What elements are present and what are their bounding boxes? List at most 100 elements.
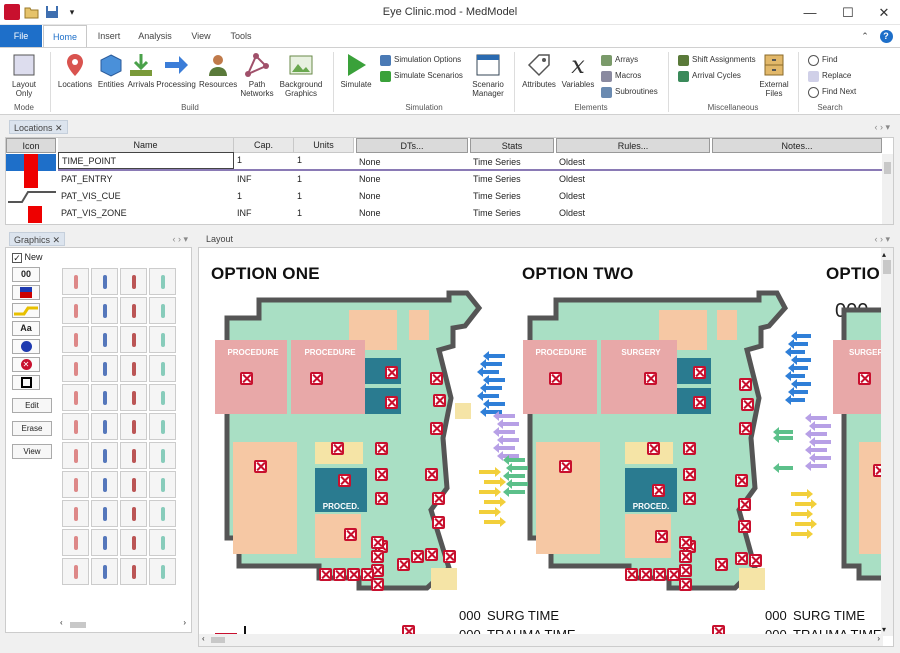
cell-cap[interactable]: 1: [234, 188, 294, 205]
circle-tool[interactable]: [12, 339, 40, 354]
graphic-thumbnail[interactable]: [120, 500, 147, 527]
cell-rules[interactable]: Oldest: [556, 171, 710, 188]
maximize-icon[interactable]: ☐: [830, 0, 866, 25]
graphic-thumbnail[interactable]: [120, 297, 147, 324]
tab-home[interactable]: Home: [43, 25, 87, 49]
col-header-name[interactable]: Name: [58, 138, 234, 153]
cell-name[interactable]: PAT_VIS_CUE: [58, 188, 234, 205]
cell-units[interactable]: 1: [294, 171, 354, 188]
graphic-thumbnail[interactable]: [62, 413, 89, 440]
background-graphics-button[interactable]: Background Graphics: [277, 52, 325, 98]
tab-insert[interactable]: Insert: [90, 25, 128, 48]
graphic-thumbnail[interactable]: [149, 500, 176, 527]
col-header-dts[interactable]: DTs...: [356, 138, 468, 153]
simulation-options-button[interactable]: Simulation Options: [380, 53, 461, 67]
subroutines-button[interactable]: Subroutines: [601, 85, 658, 99]
color-box-tool[interactable]: [12, 285, 40, 300]
cell-cap[interactable]: INF: [234, 205, 294, 222]
vertical-scrollbar[interactable]: ▴ ▾: [881, 248, 893, 636]
graphic-thumbnail[interactable]: [149, 558, 176, 585]
graphic-thumbnail[interactable]: [91, 297, 118, 324]
cell-cap[interactable]: INF: [234, 171, 294, 188]
arrival-cycles-button[interactable]: Arrival Cycles: [678, 69, 741, 83]
graphic-thumbnail[interactable]: [62, 529, 89, 556]
arrays-button[interactable]: Arrays: [601, 53, 638, 67]
col-header-units[interactable]: Units: [294, 138, 354, 153]
graphic-thumbnail[interactable]: [149, 471, 176, 498]
simulate-scenarios-button[interactable]: Simulate Scenarios: [380, 69, 463, 83]
external-files-button[interactable]: External Files: [758, 52, 790, 98]
locations-tab[interactable]: Locations ✕: [9, 120, 68, 134]
rectangle-tool[interactable]: [12, 375, 40, 390]
tab-tools[interactable]: Tools: [222, 25, 260, 48]
graphic-thumbnail[interactable]: [62, 558, 89, 585]
erase-button[interactable]: Erase: [12, 421, 52, 436]
line-tool[interactable]: [12, 303, 40, 318]
graphic-thumbnail[interactable]: [62, 268, 89, 295]
cell-name[interactable]: PAT_VIS_ZONE: [58, 205, 234, 222]
resources-button[interactable]: Resources: [199, 52, 237, 89]
col-header-stats[interactable]: Stats: [470, 138, 554, 153]
graphic-thumbnail[interactable]: [91, 471, 118, 498]
graphic-thumbnail[interactable]: [149, 384, 176, 411]
cell-rules[interactable]: Oldest: [556, 205, 710, 222]
graphic-thumbnail[interactable]: [91, 442, 118, 469]
pane-nav-icon[interactable]: ‹ › ▾: [874, 231, 890, 247]
arrivals-button[interactable]: Arrivals: [127, 52, 155, 89]
cell-rules[interactable]: Oldest: [556, 188, 710, 205]
graphic-thumbnail[interactable]: [149, 442, 176, 469]
col-header-cap[interactable]: Cap.: [234, 138, 294, 153]
variables-button[interactable]: x Variables: [560, 52, 596, 89]
scenario-manager-button[interactable]: Scenario Manager: [468, 52, 508, 98]
graphic-thumbnail[interactable]: [62, 297, 89, 324]
counter-tool[interactable]: 00: [12, 267, 40, 282]
close-icon[interactable]: ✕: [866, 0, 900, 25]
graphic-thumbnail[interactable]: [91, 268, 118, 295]
graphic-thumbnail[interactable]: [149, 268, 176, 295]
cell-dts[interactable]: None: [356, 154, 468, 171]
graphic-thumbnail[interactable]: [120, 529, 147, 556]
col-header-notes[interactable]: Notes...: [712, 138, 882, 153]
graphic-thumbnail[interactable]: [62, 326, 89, 353]
graphic-thumbnail[interactable]: [149, 355, 176, 382]
graphic-thumbnail[interactable]: [91, 500, 118, 527]
cell-stats[interactable]: Time Series: [470, 154, 554, 171]
graphics-tab[interactable]: Graphics ✕: [9, 232, 66, 246]
cell-units[interactable]: 1: [294, 152, 354, 169]
graphic-thumbnail[interactable]: [62, 384, 89, 411]
cell-name[interactable]: PAT_ENTRY: [58, 171, 234, 188]
horizontal-scrollbar[interactable]: ‹ ›: [60, 618, 186, 630]
status-tool[interactable]: ✕: [12, 357, 40, 372]
pane-nav-icon[interactable]: ‹ › ▾: [172, 231, 188, 247]
pane-nav-icon[interactable]: ‹ › ▾: [874, 119, 890, 135]
graphic-thumbnail[interactable]: [91, 355, 118, 382]
graphic-thumbnail[interactable]: [62, 355, 89, 382]
cell-units[interactable]: 1: [294, 205, 354, 222]
graphic-thumbnail[interactable]: [149, 413, 176, 440]
graphic-thumbnail[interactable]: [62, 500, 89, 527]
graphic-thumbnail[interactable]: [62, 442, 89, 469]
tab-file[interactable]: File: [0, 25, 42, 48]
graphic-thumbnail[interactable]: [120, 413, 147, 440]
layout-only-button[interactable]: Layout Only: [4, 52, 44, 98]
shift-assignments-button[interactable]: Shift Assignments: [678, 53, 756, 67]
graphic-thumbnail[interactable]: [62, 471, 89, 498]
find-button[interactable]: Find: [808, 53, 838, 67]
graphic-thumbnail[interactable]: [149, 297, 176, 324]
graphic-thumbnail[interactable]: [120, 326, 147, 353]
attributes-button[interactable]: Attributes: [520, 52, 558, 89]
new-checkbox[interactable]: ✓ New: [12, 252, 43, 263]
cell-stats[interactable]: Time Series: [470, 171, 554, 188]
graphic-thumbnail[interactable]: [120, 268, 147, 295]
horizontal-scrollbar[interactable]: ‹ ›: [199, 634, 883, 646]
help-icon[interactable]: ?: [878, 25, 894, 48]
cell-dts[interactable]: None: [356, 188, 468, 205]
graphic-thumbnail[interactable]: [91, 558, 118, 585]
cell-stats[interactable]: Time Series: [470, 205, 554, 222]
graphic-thumbnail[interactable]: [91, 529, 118, 556]
graphic-thumbnail[interactable]: [91, 384, 118, 411]
path-networks-button[interactable]: Path Networks: [239, 52, 275, 98]
tab-analysis[interactable]: Analysis: [132, 25, 178, 48]
graphic-thumbnail[interactable]: [120, 355, 147, 382]
text-tool[interactable]: Aa: [12, 321, 40, 336]
